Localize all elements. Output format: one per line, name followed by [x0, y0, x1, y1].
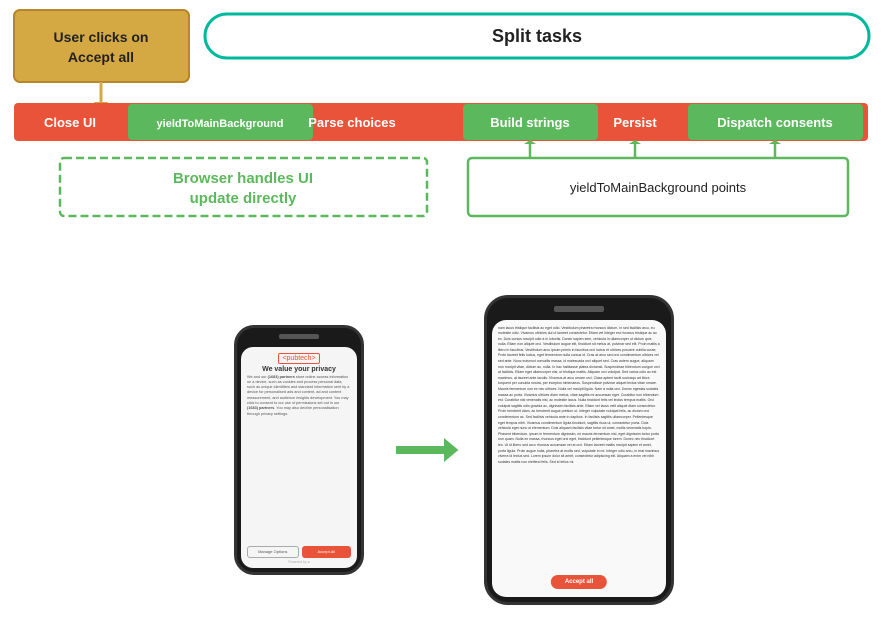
diagram-area: User clicks on Accept all Split tasks Cl… — [0, 0, 888, 280]
privacy-title: We value your privacy — [262, 366, 336, 373]
svg-text:Close UI: Close UI — [44, 115, 96, 130]
privacy-body-text: We and our (1683) partners store online … — [245, 375, 353, 418]
lorem-ipsum-text: nam lacus tristique facilisis ac eget od… — [498, 326, 660, 591]
phone-transition-arrow — [384, 430, 464, 470]
phone-left-body: <pubtech> We value your privacy We and o… — [234, 325, 364, 575]
phone-left: <pubtech> We value your privacy We and o… — [234, 325, 364, 575]
svg-text:Parse choices: Parse choices — [308, 115, 395, 130]
svg-text:User clicks on: User clicks on — [54, 29, 149, 45]
pubtech-logo: <pubtech> — [278, 353, 319, 364]
svg-text:Split tasks: Split tasks — [492, 26, 582, 46]
phone-right: nam lacus tristique facilisis ac eget od… — [484, 295, 674, 605]
svg-text:yieldToMainBackground: yieldToMainBackground — [157, 118, 284, 130]
svg-text:Build strings: Build strings — [490, 115, 569, 130]
svg-text:Dispatch consents: Dispatch consents — [717, 115, 833, 130]
phone-left-screen: <pubtech> We value your privacy We and o… — [241, 347, 357, 568]
pipeline-svg: User clicks on Accept all Split tasks Cl… — [0, 0, 888, 280]
accept-all-button[interactable]: Accept All — [302, 546, 352, 558]
manage-options-button[interactable]: Manage Options — [247, 546, 299, 558]
phone-right-body: nam lacus tristique facilisis ac eget od… — [484, 295, 674, 605]
svg-text:Accept all: Accept all — [68, 49, 134, 65]
phones-area: <pubtech> We value your privacy We and o… — [0, 280, 888, 619]
svg-text:update directly: update directly — [190, 190, 297, 207]
accept-all-overlay-button[interactable]: Accept all — [551, 575, 607, 589]
svg-text:Persist: Persist — [613, 115, 657, 130]
svg-text:Browser handles UI: Browser handles UI — [173, 170, 313, 187]
powered-by: Powered by ● — [288, 560, 310, 564]
svg-text:yieldToMainBackground points: yieldToMainBackground points — [570, 180, 747, 195]
